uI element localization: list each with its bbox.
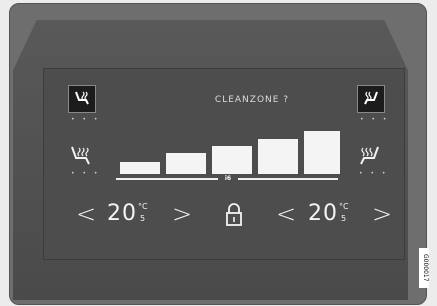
left-seat-heating-level: • • • <box>71 170 101 177</box>
climate-display: • • • • • • CLEANZONE ? • • • • • • i6 <… <box>43 68 405 260</box>
left-seat-ventilation-button[interactable] <box>68 85 96 113</box>
right-temp-value: 20 <box>308 201 338 226</box>
left-temp-decimal: 5 <box>140 214 146 223</box>
fan-label: i6 <box>218 175 238 183</box>
right-seat-ventilation-button[interactable] <box>357 85 385 113</box>
fan-bar-2[interactable] <box>166 153 206 174</box>
left-temp-unit: °C <box>138 202 148 211</box>
display-brand-text: CLEANZONE ? <box>214 95 290 105</box>
right-seat-heating-button[interactable] <box>356 145 382 171</box>
left-seat-ventilation-level: • • • <box>71 116 101 123</box>
right-temp-unit: °C <box>339 202 349 211</box>
fan-bar-4[interactable] <box>258 139 298 174</box>
right-temp-decimal: 5 <box>341 214 347 223</box>
right-seat-heating-level: • • • <box>359 170 389 177</box>
lock-button[interactable] <box>224 203 244 227</box>
left-temp-increase-button[interactable]: > <box>172 202 192 226</box>
left-temp-value: 20 <box>107 201 137 226</box>
right-seat-ventilation-level: • • • <box>360 116 390 123</box>
seat-ventilation-icon <box>75 91 89 105</box>
right-temp-increase-button[interactable]: > <box>372 202 392 226</box>
figure-id-tag: G000017 <box>419 248 429 288</box>
fan-bar-5[interactable] <box>304 131 340 174</box>
left-temp-decrease-button[interactable]: < <box>76 202 96 226</box>
seat-ventilation-icon <box>364 91 378 105</box>
left-seat-heating-button[interactable] <box>68 145 94 171</box>
fan-bar-1[interactable] <box>120 162 160 174</box>
right-temp-decrease-button[interactable]: < <box>276 202 296 226</box>
seat-heating-icon <box>71 146 90 165</box>
seat-heating-icon <box>360 146 379 165</box>
lock-icon <box>226 203 242 226</box>
fan-bar-3[interactable] <box>212 146 252 174</box>
